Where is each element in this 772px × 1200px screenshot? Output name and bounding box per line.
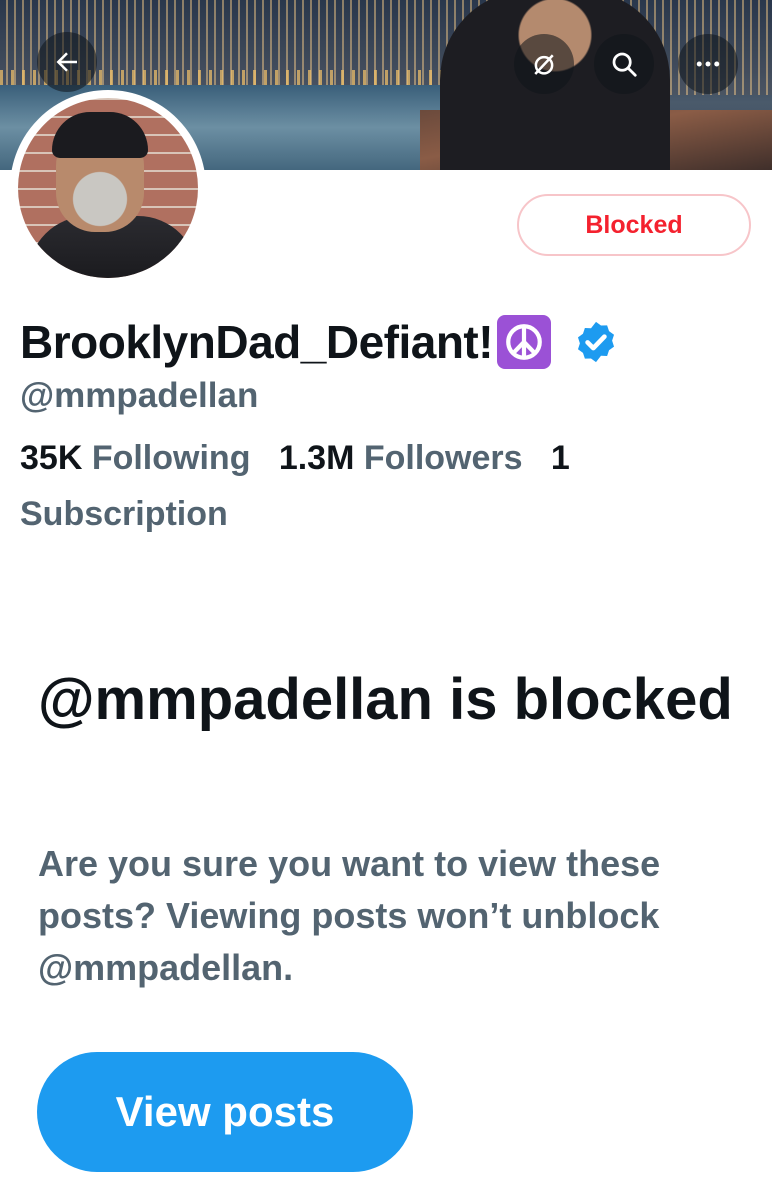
more-button[interactable] [678,34,738,94]
search-button[interactable] [594,34,654,94]
following-label: Following [91,439,251,477]
avatar-photo [18,98,198,278]
arrow-left-icon [56,52,77,72]
following-count: 35K [20,439,83,477]
username-handle: @mmpadellan [20,376,259,415]
blocked-notice-title: @mmpadellan is blocked [38,667,733,732]
bell-slash-icon [534,54,554,75]
display-name: BrooklynDad_Defiant! [20,316,494,368]
display-name-row: BrooklynDad_Defiant! [20,312,619,372]
profile-stats: 35K Following 1.3M Followers 1 Subscript… [20,430,660,542]
followers-count: 1.3M [278,439,355,477]
followers-label: Followers [363,439,523,477]
blocked-button[interactable]: Blocked [517,194,751,256]
more-horizontal-icon [696,61,720,67]
back-button[interactable] [37,32,97,92]
following-link[interactable]: 35K Following [20,439,250,477]
avatar[interactable] [10,90,206,286]
subscription-label: Subscription [20,495,228,533]
view-posts-button[interactable]: View posts [37,1052,413,1172]
verified-badge-icon[interactable] [573,319,619,365]
search-icon [612,52,637,77]
peace-symbol-icon [497,315,552,369]
subscription-count: 1 [550,439,570,477]
followers-link[interactable]: 1.3M Followers [279,439,523,477]
blocked-notice-description: Are you sure you want to view these post… [38,843,661,988]
notifications-button[interactable] [514,34,574,94]
